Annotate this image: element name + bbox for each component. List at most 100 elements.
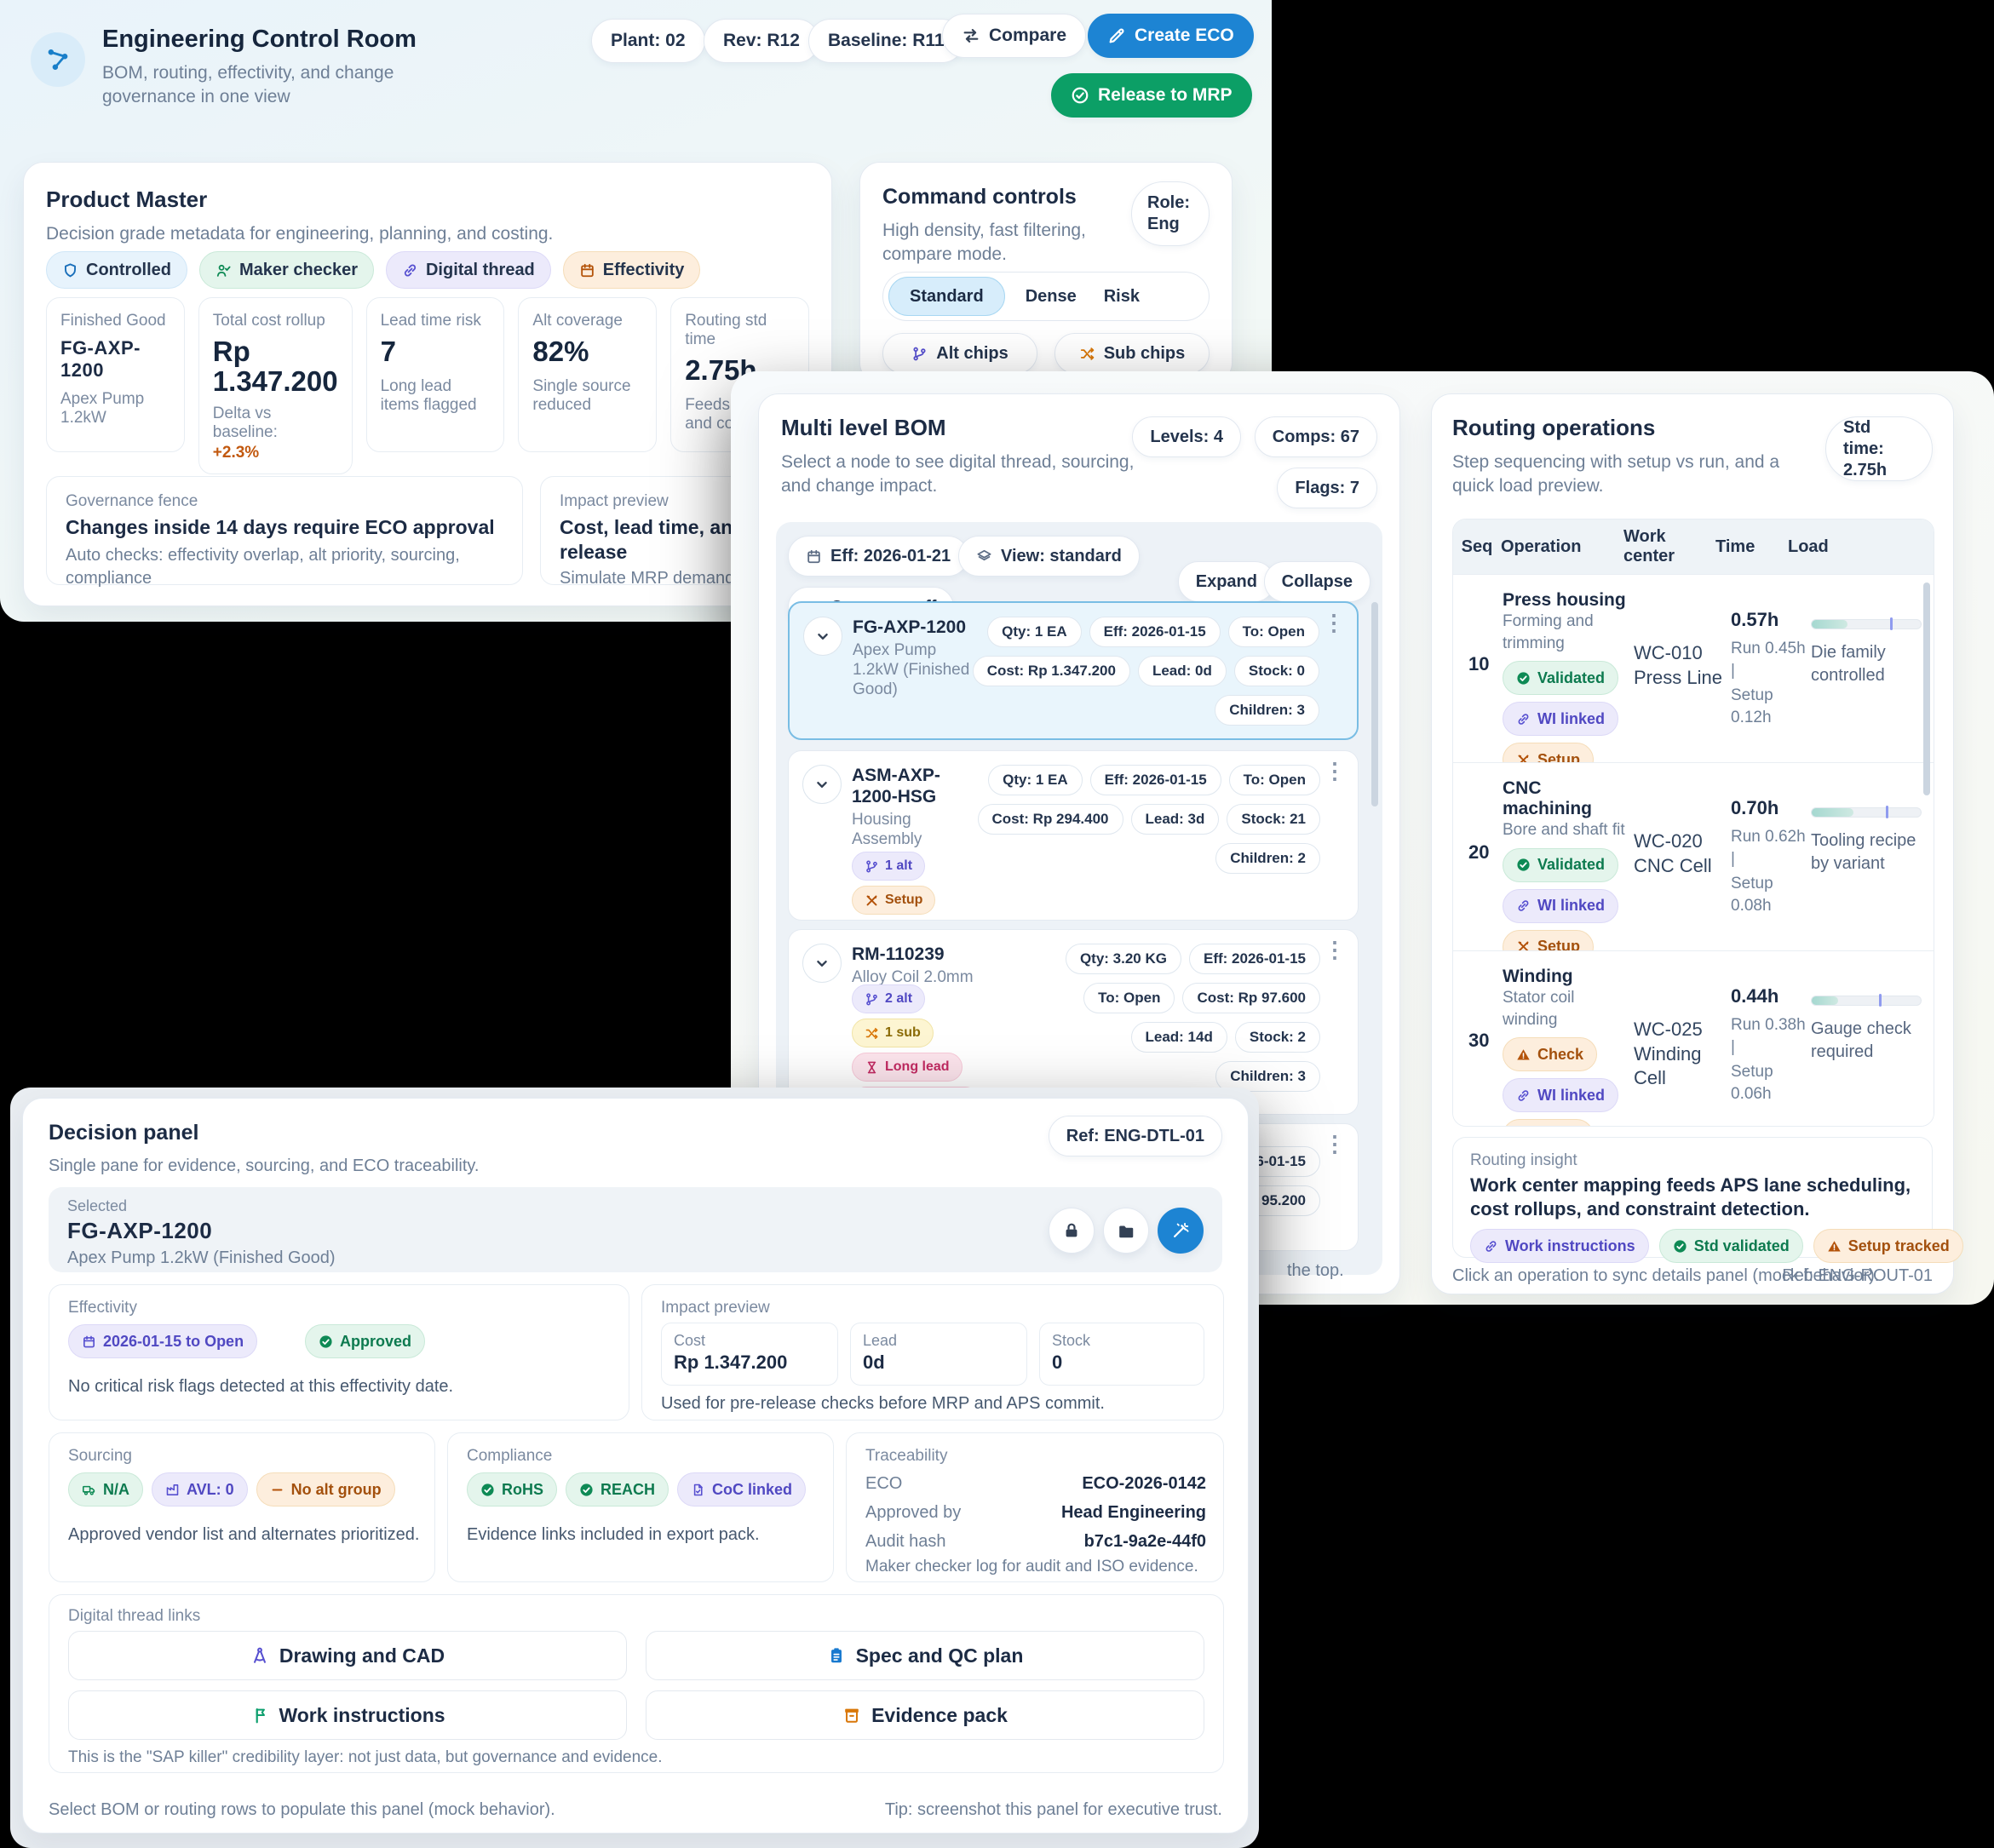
to-chip: To: Open	[1228, 617, 1319, 647]
shuffle-icon	[865, 1026, 879, 1041]
link-icon	[402, 262, 418, 278]
decision-footer-left: Select BOM or routing rows to populate t…	[49, 1799, 555, 1822]
create-eco-label: Create ECO	[1135, 26, 1234, 46]
link-icon	[1516, 1088, 1531, 1103]
routing-row-30[interactable]: 30 Winding Stator coil winding Check WI …	[1453, 950, 1934, 1127]
collapse-node-button[interactable]	[802, 765, 842, 804]
layers-icon	[976, 548, 992, 565]
evidence-pack-button[interactable]: Evidence pack	[646, 1690, 1204, 1740]
link-icon	[1516, 898, 1531, 913]
routing-title: Routing operations	[1452, 415, 1655, 441]
metric-label: Cost	[674, 1332, 825, 1350]
product-master-panel: Product Master Decision grade metadata f…	[23, 162, 832, 606]
card-label: Routing std time	[685, 312, 795, 349]
approved-chip: Approved	[305, 1324, 425, 1358]
mode-standard[interactable]: Standard	[888, 277, 1005, 316]
release-to-mrp-button[interactable]: Release to MRP	[1051, 73, 1252, 118]
governance-fence-card: Governance fence Changes inside 14 days …	[46, 476, 523, 585]
mode-dense[interactable]: Dense	[1012, 287, 1090, 307]
alt-chips-label: Alt chips	[936, 344, 1008, 364]
archive-icon	[842, 1706, 861, 1725]
bom-node-fg-axp-1200[interactable]: FG-AXP-1200 Apex Pump 1.2kW (Finished Go…	[788, 601, 1359, 740]
validated-badge: Validated	[1503, 848, 1618, 882]
signpost-icon	[250, 1706, 268, 1725]
kv-value: Head Engineering	[1061, 1503, 1206, 1523]
sub-tag: 1 sub	[852, 1019, 934, 1047]
decision-ref-chip: Ref: ENG-DTL-01	[1049, 1116, 1222, 1156]
decision-footer-right: Tip: screenshot this panel for executive…	[885, 1799, 1222, 1822]
row-menu-icon[interactable]: ⋮	[1324, 938, 1346, 961]
bom-title: Multi level BOM	[781, 415, 946, 441]
warning-triangle-icon	[1516, 1047, 1531, 1062]
bom-footer-fragment: the top.	[1287, 1260, 1344, 1283]
stock-chip: Stock: 0	[1234, 656, 1319, 686]
calendar-icon	[82, 1334, 96, 1349]
density-mode-switch: Standard Dense Risk	[882, 272, 1210, 321]
load-note: Gauge check required	[1811, 1018, 1923, 1064]
operation-name: CNC machining	[1503, 778, 1630, 819]
spec-qc-plan-button[interactable]: Spec and QC plan	[646, 1631, 1204, 1680]
time-cell: 0.70h Run 0.62h | Setup 0.08h	[1731, 797, 1806, 917]
node-id: FG-AXP-1200 Apex Pump 1.2kW (Finished Go…	[853, 617, 970, 700]
collapse-node-button[interactable]	[803, 617, 842, 656]
row-menu-icon[interactable]: ⋮	[1324, 1133, 1346, 1155]
lock-button[interactable]	[1049, 1208, 1095, 1254]
sourcing-label: Sourcing	[68, 1447, 132, 1466]
magic-wand-button[interactable]	[1158, 1208, 1204, 1254]
wi-linked-badge: WI linked	[1503, 1078, 1618, 1112]
finished-good-card: Finished Good FG-AXP-1200 Apex Pump 1.2k…	[46, 297, 185, 452]
metric-label: Lead	[863, 1332, 1014, 1350]
row-menu-icon[interactable]: ⋮	[1324, 760, 1346, 782]
kv-value: b7c1-9a2e-44f0	[1084, 1532, 1206, 1552]
expand-button[interactable]: Expand	[1178, 561, 1275, 602]
link-icon	[1516, 712, 1531, 726]
routing-row-20[interactable]: 20 CNC machining Bore and shaft fit Vali…	[1453, 762, 1934, 950]
create-eco-button[interactable]: Create ECO	[1088, 14, 1254, 58]
git-branch-icon	[911, 346, 928, 362]
routing-row-10[interactable]: 10 Press housing Forming and trimming Va…	[1453, 574, 1934, 762]
compare-button[interactable]: Compare	[942, 14, 1086, 58]
operation-cell: Press housing Forming and trimming Valid…	[1503, 590, 1630, 777]
row-menu-icon[interactable]: ⋮	[1323, 611, 1345, 634]
qty-chip: Qty: 1 EA	[988, 765, 1083, 795]
operation-cell: Winding Stator coil winding Check WI lin…	[1503, 967, 1630, 1127]
stock-metric: Stock 0	[1039, 1323, 1204, 1386]
folder-icon	[1117, 1221, 1135, 1240]
drawing-cad-button[interactable]: Drawing and CAD	[68, 1631, 627, 1680]
effectivity-badge: Effectivity	[563, 251, 701, 289]
load-bar	[1811, 619, 1922, 629]
share-nodes-icon	[45, 47, 71, 72]
comps-chip: Comps: 67	[1255, 416, 1377, 457]
setup-badge: Setup	[1503, 1119, 1594, 1127]
lead-time-risk-card: Lead time risk 7 Long lead items flagged	[366, 297, 505, 452]
operation-cell: CNC machining Bore and shaft fit Validat…	[1503, 778, 1630, 964]
col-operation: Operation	[1501, 537, 1623, 557]
work-instructions-button[interactable]: Work instructions	[68, 1690, 627, 1740]
alt-chips-button[interactable]: Alt chips	[882, 333, 1037, 374]
bom-scrollbar[interactable]	[1371, 602, 1378, 806]
folder-button[interactable]	[1103, 1208, 1149, 1254]
file-check-icon	[691, 1483, 705, 1497]
run-time: Run 0.45h |	[1731, 638, 1806, 681]
truck-icon	[82, 1483, 96, 1497]
mode-risk[interactable]: Risk	[1097, 287, 1146, 307]
collapse-button[interactable]: Collapse	[1264, 561, 1371, 602]
governance-title: Changes inside 14 days require ECO appro…	[66, 516, 503, 539]
node-desc: Apex Pump 1.2kW (Finished Good)	[853, 641, 970, 699]
load-cell: Die family controlled	[1811, 619, 1923, 687]
long-lead-tag: Long lead	[852, 1053, 963, 1082]
sourcing-card: Sourcing N/A AVL: 0 No alt group Approve…	[49, 1432, 435, 1582]
collapse-node-button[interactable]	[802, 944, 842, 983]
routing-ref: Ref: ENG-ROUT-01	[1782, 1265, 1933, 1288]
children-chip: Children: 2	[1215, 843, 1320, 874]
links-label: Digital thread links	[68, 1607, 200, 1626]
eff-date-chip[interactable]: Eff: 2026-01-21	[788, 536, 968, 577]
bom-node-asm-axp-1200-hsg[interactable]: ASM-AXP-1200-HSG Housing Assembly 1 alt …	[788, 750, 1359, 921]
setup-tag: Setup	[852, 886, 935, 915]
product-master-badges: Controlled Maker checker Digital thread …	[46, 251, 700, 289]
sub-chips-button[interactable]: Sub chips	[1054, 333, 1210, 374]
node-chips-row3: Lead: 14d Stock: 2	[1131, 1022, 1321, 1053]
view-chip[interactable]: View: standard	[958, 536, 1140, 577]
effectivity-label: Effectivity	[603, 261, 685, 280]
routing-scrollbar[interactable]	[1923, 583, 1930, 795]
